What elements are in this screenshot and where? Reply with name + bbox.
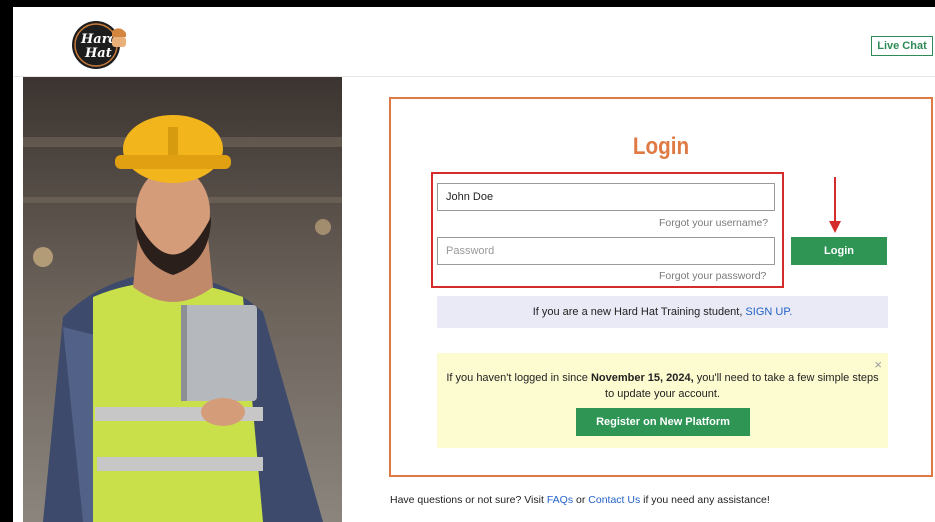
footer-or: or: [576, 494, 586, 506]
faqs-link[interactable]: FAQs: [547, 494, 573, 506]
notice-line1-pre: If you haven't logged in since: [446, 372, 588, 384]
live-chat-button[interactable]: Live Chat: [871, 36, 933, 56]
help-footer: Have questions or not sure? Visit FAQs o…: [390, 494, 770, 506]
signup-link[interactable]: SIGN UP.: [745, 306, 792, 318]
signup-text: If you are a new Hard Hat Training stude…: [532, 306, 743, 318]
worker-photo: [23, 77, 342, 522]
notice-line1-post: you'll need to take a few simple steps: [696, 372, 879, 384]
signup-banner: If you are a new Hard Hat Training stude…: [437, 296, 888, 328]
forgot-password-link[interactable]: Forgot your password?: [659, 270, 766, 282]
red-arrow-icon: [827, 177, 843, 235]
site-header: Hard Hat Live Chat: [13, 7, 935, 77]
svg-text:Hat: Hat: [84, 46, 112, 61]
notice-line2: to update your account.: [605, 388, 720, 400]
footer-post: if you need any assistance!: [643, 494, 770, 506]
browser-frame: Hard Hat Live Chat Login John Doe Forgot…: [13, 7, 935, 522]
update-account-notice: × If you haven't logged in since Novembe…: [437, 353, 888, 448]
hard-hat-logo[interactable]: Hard Hat: [68, 19, 130, 71]
forgot-username-link[interactable]: Forgot your username?: [659, 217, 768, 229]
login-card: Login John Doe Forgot your username? Pas…: [389, 97, 933, 477]
login-title: Login: [632, 133, 690, 160]
contact-us-link[interactable]: Contact Us: [588, 494, 640, 506]
password-input[interactable]: Password: [437, 237, 775, 265]
footer-pre: Have questions or not sure? Visit: [390, 494, 544, 506]
register-new-platform-button[interactable]: Register on New Platform: [576, 408, 750, 436]
notice-date: November 15, 2024,: [590, 372, 694, 384]
username-input[interactable]: John Doe: [437, 183, 775, 211]
notice-text: If you haven't logged in since November …: [437, 370, 888, 402]
login-button[interactable]: Login: [791, 237, 887, 265]
